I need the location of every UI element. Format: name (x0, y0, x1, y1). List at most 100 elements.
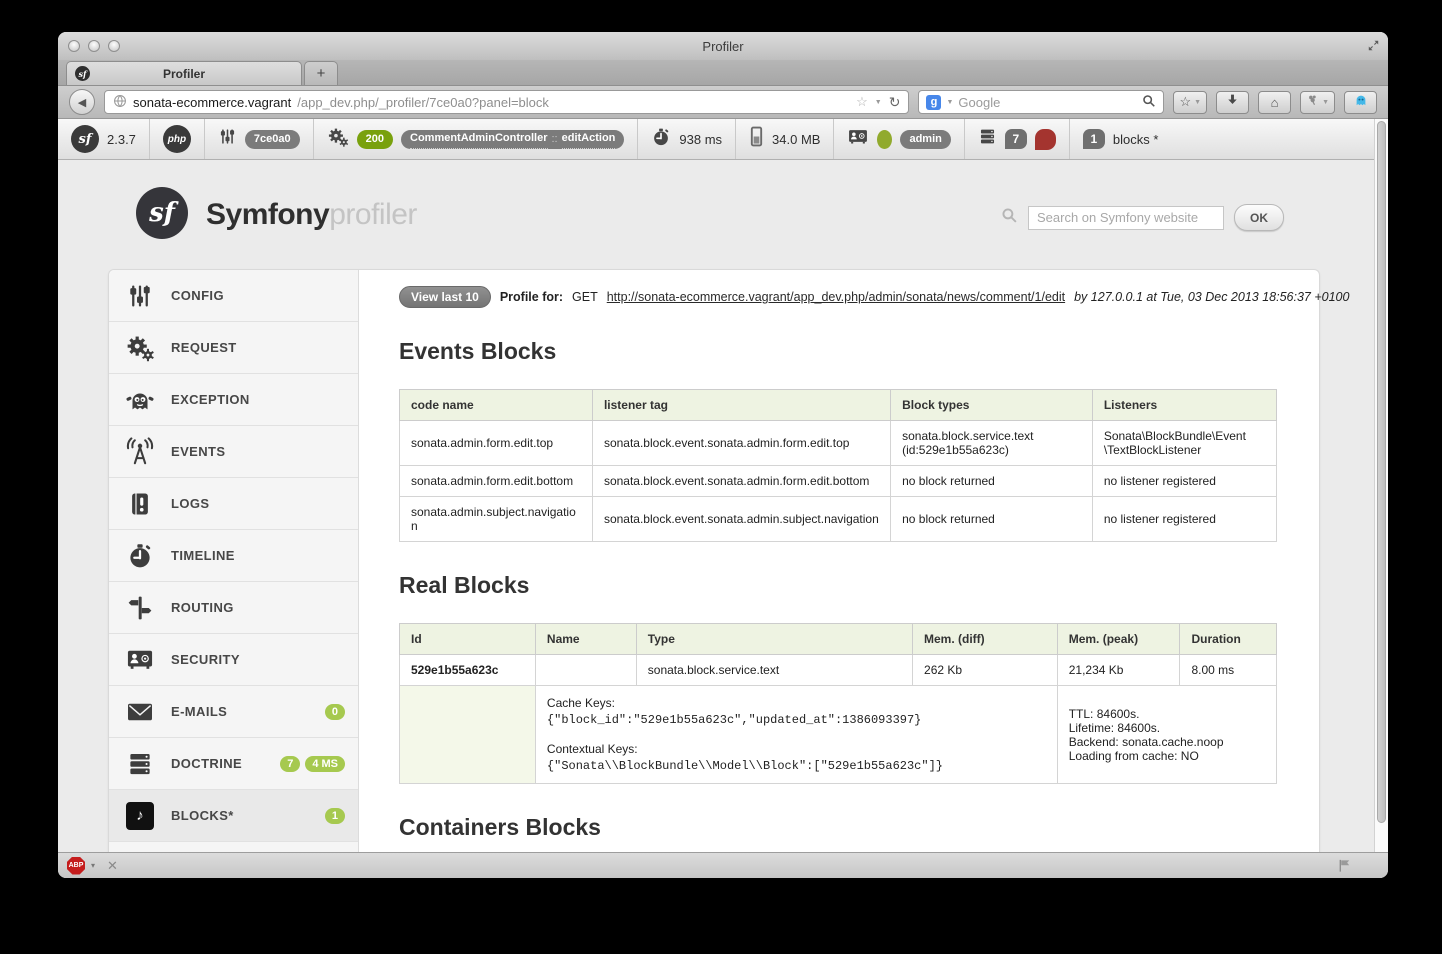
flag-icon[interactable] (1337, 858, 1352, 878)
sidebar-item-timeline[interactable]: TIMELINE (109, 530, 358, 582)
url-dropdown-icon[interactable]: ▼ (875, 99, 882, 106)
envelope-icon (123, 700, 157, 724)
url-host: sonata-ecommerce.vagrant (133, 95, 291, 110)
magnifier-icon[interactable] (1142, 94, 1156, 111)
resize-icon[interactable] (1367, 39, 1380, 57)
toolbar-request[interactable]: 200 CommentAdminController::editAction (314, 119, 639, 159)
site-search: OK (1001, 204, 1284, 231)
addons-button[interactable]: ▼ (1300, 91, 1335, 114)
star-icon: ☆ (1179, 94, 1191, 110)
symfony-favicon: sf (75, 66, 90, 81)
search-engine-dropdown-icon[interactable]: ▼ (946, 99, 953, 106)
toolbar-config-token[interactable]: 7ce0a0 (205, 119, 314, 159)
sidebar-item-label: ROUTING (171, 600, 234, 615)
gears-icon (327, 126, 349, 153)
music-note-icon: ♪ (126, 802, 154, 830)
addon-icon (1306, 93, 1319, 111)
back-button[interactable]: ◀ (69, 89, 95, 115)
column-header: code name (400, 390, 593, 421)
downloads-button[interactable] (1216, 91, 1249, 114)
status-code-badge: 200 (357, 130, 393, 149)
page-header: sf Symfonyprofiler OK (58, 160, 1374, 269)
cell-id-spacer (400, 686, 536, 784)
column-header: Id (400, 624, 536, 655)
real-blocks-table: Id Name Type Mem. (diff) Mem. (peak) Dur… (399, 623, 1277, 784)
scrollbar[interactable] (1374, 119, 1388, 852)
zoom-window-button[interactable] (108, 40, 120, 52)
profile-meta: by 127.0.0.1 at Tue, 03 Dec 2013 18:56:3… (1074, 290, 1349, 304)
symfony-search-input[interactable] (1028, 206, 1224, 230)
database-stack-icon (123, 750, 157, 778)
toolbar-time[interactable]: 938 ms (638, 119, 736, 159)
controller-separator: :: (552, 130, 558, 149)
sidebar-item-events[interactable]: EVENTS (109, 426, 358, 478)
chevron-down-icon: ▼ (1322, 99, 1329, 106)
sidebar-item-config[interactable]: CONFIG (109, 270, 358, 322)
profiled-url-link[interactable]: http://sonata-ecommerce.vagrant/app_dev.… (607, 290, 1065, 304)
action-name[interactable]: editAction (562, 129, 616, 149)
sidebar-item-label: REQUEST (171, 340, 237, 355)
sidebar-item-security[interactable]: SECURITY (109, 634, 358, 686)
close-addon-bar-icon[interactable]: ✕ (107, 858, 118, 874)
home-icon: ⌂ (1271, 95, 1279, 110)
sliders-icon (218, 127, 237, 151)
cell-id: 529e1b55a623c (400, 655, 536, 686)
ghostery-button[interactable] (1344, 91, 1377, 114)
book-exclamation-icon (123, 490, 157, 518)
close-window-button[interactable] (68, 40, 80, 52)
php-logo-icon: php (163, 125, 191, 153)
search-bar[interactable]: g ▼ Google (918, 90, 1164, 114)
sidebar-item-doctrine[interactable]: DOCTRINE 74 MS (109, 738, 358, 790)
window-titlebar[interactable]: Profiler (58, 32, 1388, 60)
profiler-toolbar: sf 2.3.7 php 7ce0a0 200 CommentAdminCont… (58, 119, 1374, 160)
contextual-keys-label: Contextual Keys: (547, 742, 1046, 756)
chevron-down-icon[interactable]: ▾ (91, 861, 95, 870)
toolbar-blocks[interactable]: 1 blocks * (1070, 119, 1172, 159)
auth-status-icon (877, 130, 892, 149)
blocks-label: blocks * (1113, 132, 1159, 147)
url-bar[interactable]: sonata-ecommerce.vagrant /app_dev.php/_p… (104, 90, 909, 114)
stopwatch-icon (651, 127, 671, 152)
count-badge: 0 (325, 704, 345, 720)
symfony-logo: sf (136, 187, 188, 239)
bookmark-star-icon[interactable]: ☆ (856, 94, 868, 110)
toolbar-symfony-version[interactable]: sf 2.3.7 (58, 119, 150, 159)
cell-duration: 8.00 ms (1180, 655, 1277, 686)
sidebar-item-blocks[interactable]: ♪ BLOCKS* 1 (109, 790, 358, 842)
sidebar-item-request[interactable]: REQUEST (109, 322, 358, 374)
scrollbar-thumb[interactable] (1377, 121, 1386, 823)
toolbar-security[interactable]: admin (834, 119, 964, 159)
controller-name[interactable]: CommentAdminController (410, 129, 548, 149)
new-tab-button[interactable]: + (304, 61, 338, 85)
tab-title: Profiler (163, 67, 205, 81)
toolbar-doctrine[interactable]: 7 (965, 119, 1070, 159)
profiler-main: View last 10 Profile for: GET http://son… (359, 270, 1319, 852)
bookmarks-button[interactable]: ☆▼ (1173, 91, 1207, 114)
reload-icon[interactable]: ↻ (889, 94, 901, 111)
column-header: listener tag (592, 390, 890, 421)
sidebar-item-emails[interactable]: E-MAILS 0 (109, 686, 358, 738)
sidebar-item-logs[interactable]: LOGS (109, 478, 358, 530)
profile-for-label: Profile for: (500, 290, 563, 304)
toolbar-memory[interactable]: 34.0 MB (736, 119, 834, 159)
request-time: 938 ms (679, 132, 722, 147)
minimize-window-button[interactable] (88, 40, 100, 52)
sidebar-item-routing[interactable]: ROUTING (109, 582, 358, 634)
sidebar-item-exception[interactable]: EXCEPTION (109, 374, 358, 426)
cell-block-types: no block returned (891, 466, 1093, 497)
monster-icon (123, 385, 157, 415)
home-button[interactable]: ⌂ (1258, 91, 1291, 114)
sidebar-item-label: CONFIG (171, 288, 224, 303)
cell-listener-tag: sonata.block.event.sonata.admin.form.edi… (592, 466, 890, 497)
table-row: 529e1b55a623c sonata.block.service.text … (400, 655, 1277, 686)
view-last-10-button[interactable]: View last 10 (399, 286, 491, 308)
cell-listeners: Sonata\BlockBundle\Event \TextBlockListe… (1092, 421, 1276, 466)
sidebar-item-label: SECURITY (171, 652, 240, 667)
toolbar-php[interactable]: php (150, 119, 205, 159)
stopwatch-icon (123, 542, 157, 570)
column-header: Listeners (1092, 390, 1276, 421)
adblock-plus-icon[interactable]: ABP (67, 857, 85, 875)
search-ok-button[interactable]: OK (1234, 204, 1284, 231)
tab-profiler[interactable]: sf Profiler (66, 61, 302, 85)
token-badge: 7ce0a0 (245, 130, 300, 149)
